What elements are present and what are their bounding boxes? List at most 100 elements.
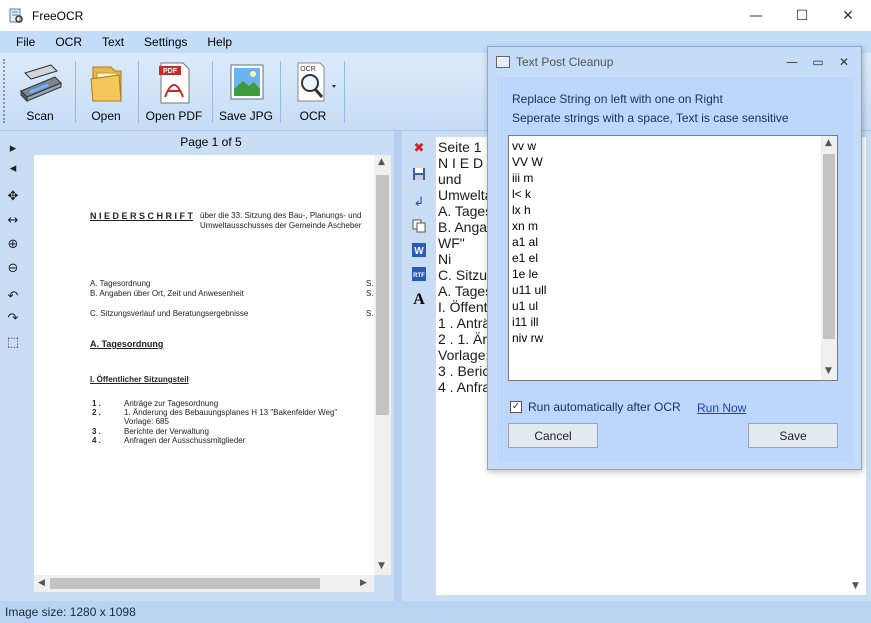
replacement-rule: u11 ull [512,283,547,297]
auto-run-label: Run automatically after OCR [528,400,681,414]
rotate-right-icon[interactable]: ↷ [4,309,22,327]
doc-section-i: I. Öffentlicher Sitzungsteil [90,375,189,384]
ocr-text-line: A. Tages [438,283,493,299]
scanner-icon [20,64,62,103]
save-button[interactable]: Save [748,423,838,448]
svg-text:RTF: RTF [413,273,425,279]
replacement-rules-textbox[interactable]: vv w VV W iii m l< k lx h xn m a1 al e1 el 1e le… [508,135,838,381]
svg-text:OCR: OCR [300,66,316,73]
dialog-body: Replace String on left with one on Right… [497,77,854,463]
open-button[interactable]: Open [82,61,130,125]
scroll-down-icon[interactable]: ▼ [852,581,859,591]
close-button[interactable]: ✕ [825,0,871,31]
word-export-icon[interactable]: W [410,241,428,259]
doc-item-text: Vorlage: 685 [124,417,169,426]
folder-icon [90,66,122,102]
fit-width-icon[interactable]: ↔ [4,211,22,229]
dialog-maximize-button[interactable]: ▭ [805,55,831,69]
move-icon[interactable]: ✥ [4,187,22,205]
image-icon [230,64,264,100]
minimize-button[interactable]: — [733,0,779,31]
image-tools-toolbar: ▸ ◂ ✥ ↔ ⊕ ⊖ ↶ ↷ ⬚ [0,131,28,601]
text-post-cleanup-dialog: Text Post Cleanup — ▭ ✕ Replace String o… [487,46,862,470]
scroll-left-icon[interactable]: ◀ [38,578,45,588]
doc-toc-b: B. Angaben über Ort, Zeit und Anwesenhei… [90,289,244,298]
menu-text[interactable]: Text [92,35,134,49]
toolbar-separator [138,61,139,123]
scroll-thumb[interactable] [376,175,389,415]
app-icon [9,8,23,23]
ocr-text-line: Ni [438,251,452,267]
save-jpg-button[interactable]: Save JPG [218,61,274,125]
dialog-close-button[interactable]: ✕ [831,55,857,69]
scroll-up-icon[interactable]: ▲ [825,138,832,148]
doc-item-text: Berichte der Verwaltung [124,427,209,436]
ocr-text-line: WF" [438,235,465,251]
toolbar-separator [212,61,213,123]
dialog-app-icon [496,56,510,68]
select-region-icon[interactable]: ⬚ [4,333,22,351]
menu-settings[interactable]: Settings [134,35,197,49]
ocr-button[interactable]: OCR OCR [284,61,342,125]
copy-icon[interactable] [410,217,428,235]
doc-item-num: 3 . [92,427,101,436]
menu-ocr[interactable]: OCR [45,35,92,49]
zoom-out-icon[interactable]: ⊖ [4,259,22,277]
replacement-rule: iii m [512,171,534,185]
rotate-left-icon[interactable]: ↶ [4,287,22,305]
save-jpg-label: Save JPG [218,109,274,123]
insert-line-icon[interactable]: ↲ [410,193,428,211]
scroll-right-icon[interactable]: ▶ [360,578,367,588]
ocr-text-line: A. Tages [438,203,493,219]
scan-button[interactable]: Scan [12,61,68,125]
zoom-in-icon[interactable]: ⊕ [4,235,22,253]
image-pane: Page 1 of 5 N I E D E R S C H R I F T üb… [28,131,394,601]
replacement-rule: lx h [512,203,531,217]
cancel-button[interactable]: Cancel [508,423,598,448]
toolbar-separator [75,61,76,123]
page-indicator: Page 1 of 5 [180,135,242,149]
doc-item-num: 2 . [92,408,101,417]
title-bar: FreeOCR — ☐ ✕ [0,0,871,31]
window-title: FreeOCR [32,8,84,23]
doc-toc-b-page: S. [366,289,374,298]
run-now-link[interactable]: Run Now [697,401,746,415]
doc-item-num: 1 . [92,399,101,408]
ocr-text-line: Umwelta [438,187,493,203]
rules-scrollbar[interactable]: ▲ ▼ [821,136,837,380]
replacement-rule: l< k [512,187,532,201]
status-bar: Image size: 1280 x 1098 [0,601,871,623]
scroll-up-icon[interactable]: ▲ [378,157,385,167]
svg-text:PDF: PDF [163,68,178,75]
dialog-minimize-button[interactable]: — [779,55,805,69]
auto-run-checkbox[interactable]: ✓ [510,401,522,413]
scanned-document[interactable]: N I E D E R S C H R I F T über die 33. S… [34,155,374,575]
doc-item-text: Anfragen der Ausschussmitglieder [124,436,246,445]
scroll-thumb[interactable] [823,154,835,339]
doc-heading-right-1: über die 33. Sitzung des Bau-, Planungs-… [200,211,362,220]
save-text-icon[interactable] [410,165,428,183]
image-vertical-scrollbar[interactable]: ▲ ▼ [374,155,391,575]
dialog-title-bar[interactable]: Text Post Cleanup — ▭ ✕ [488,47,861,77]
menu-file[interactable]: File [6,35,45,49]
replacement-rule: xn m [512,219,539,233]
auto-run-option[interactable]: ✓ Run automatically after OCR [510,400,681,414]
next-page-icon[interactable]: ▸ [4,139,22,157]
scroll-down-icon[interactable]: ▼ [378,561,385,571]
doc-heading: N I E D E R S C H R I F T [90,211,194,221]
image-horizontal-scrollbar[interactable]: ◀ ▶ [34,575,374,592]
menu-help[interactable]: Help [197,35,242,49]
clear-text-icon[interactable]: ✖ [410,139,428,157]
ocr-magnifier-icon: OCR [297,62,336,102]
dialog-title: Text Post Cleanup [516,55,614,69]
scroll-thumb[interactable] [50,578,320,589]
open-pdf-button[interactable]: PDF Open PDF [144,61,204,125]
pdf-icon: PDF [159,62,190,104]
toolbar-grip[interactable] [3,59,7,123]
rtf-export-icon[interactable]: RTF [410,265,428,283]
scroll-down-icon[interactable]: ▼ [825,366,832,376]
previous-page-icon[interactable]: ◂ [4,159,22,177]
maximize-button[interactable]: ☐ [779,0,825,31]
instructions-line-2: Seperate strings with a space, Text is c… [512,111,789,125]
font-icon[interactable]: A [410,291,428,309]
